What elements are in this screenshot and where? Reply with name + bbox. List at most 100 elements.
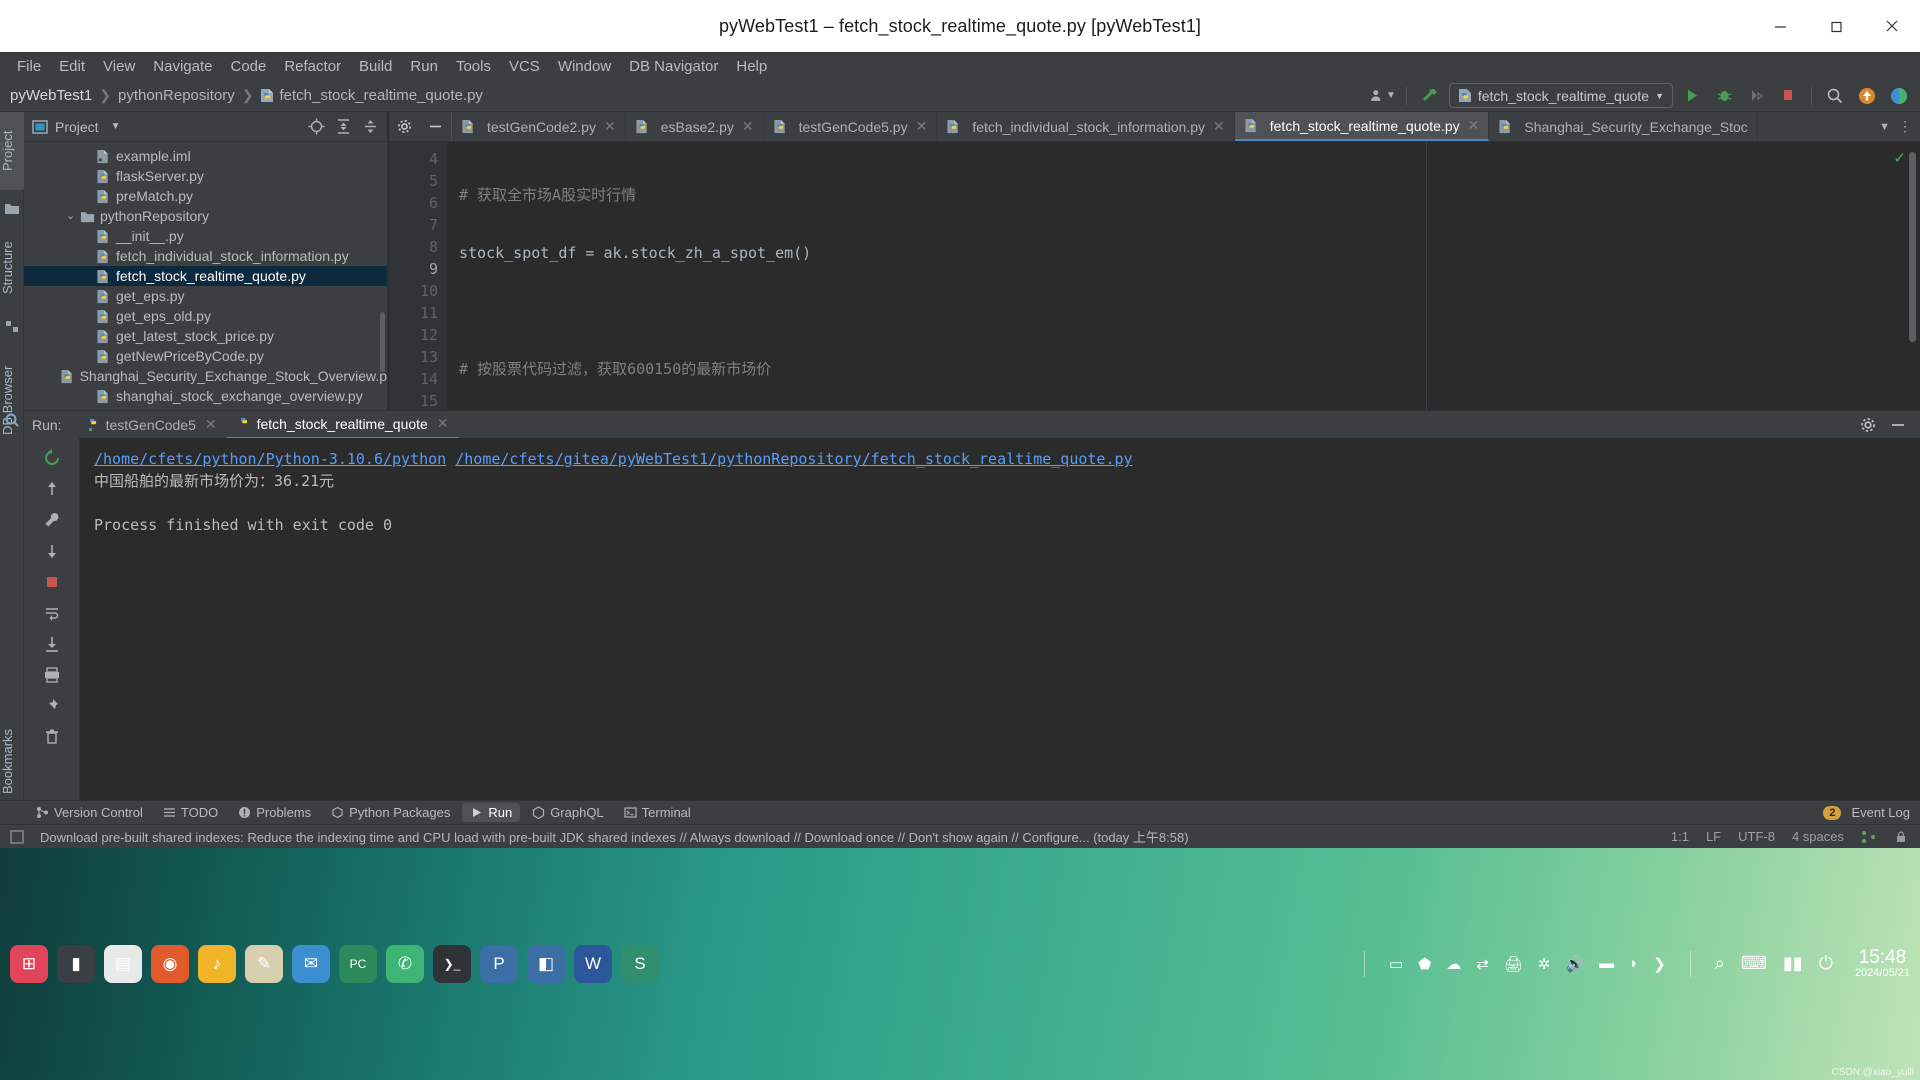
tree-item[interactable]: get_eps_old.py [24, 306, 387, 326]
hide-panel-icon[interactable] [428, 119, 443, 134]
stop-button[interactable] [1775, 84, 1801, 108]
minimize-panel-icon[interactable] [1890, 417, 1906, 433]
settings-wrench-button[interactable] [39, 508, 65, 532]
tree-item[interactable]: get_eps.py [24, 286, 387, 306]
settings-sync-button[interactable] [1886, 84, 1912, 108]
menu-navigate[interactable]: Navigate [144, 55, 221, 78]
locate-target-icon[interactable] [308, 118, 325, 135]
cloud-icon[interactable]: ☁ [1446, 955, 1461, 973]
close-icon[interactable]: ✕ [1468, 117, 1480, 134]
build-hammer-button[interactable] [1417, 84, 1443, 108]
code-lines[interactable]: # 获取全市场A股实时行情 stock_spot_df = ak.stock_z… [447, 142, 1920, 410]
coverage-button[interactable] [1743, 84, 1769, 108]
gear-icon[interactable] [397, 119, 412, 134]
branch-status-icon[interactable] [1861, 830, 1877, 844]
user-account-button[interactable]: ▼ [1370, 84, 1396, 108]
close-icon[interactable]: ✕ [1213, 118, 1225, 135]
battery-icon[interactable]: ▬ [1599, 955, 1614, 972]
close-icon[interactable]: ✕ [205, 416, 217, 433]
menu-edit[interactable]: Edit [50, 55, 94, 78]
clear-all-button[interactable] [39, 725, 65, 749]
rerun-button[interactable] [39, 446, 65, 470]
line-separator[interactable]: LF [1706, 829, 1721, 844]
gear-icon[interactable] [1860, 417, 1876, 433]
editor-tab[interactable]: testGenCode5.py ✕ [764, 112, 938, 141]
status-message[interactable]: Download pre-built shared indexes: Reduc… [40, 827, 1189, 846]
tree-scrollbar[interactable] [380, 312, 385, 372]
breadcrumb-file[interactable]: fetch_stock_realtime_quote.py [279, 87, 482, 104]
menu-run[interactable]: Run [401, 55, 447, 78]
search-icon[interactable]: ⌕ [1715, 953, 1725, 974]
menu-window[interactable]: Window [549, 55, 620, 78]
menu-file[interactable]: File [8, 55, 50, 78]
tool-window-run[interactable]: Run [462, 803, 521, 822]
python-icon[interactable]: P [480, 945, 518, 983]
close-icon[interactable]: ✕ [916, 118, 928, 135]
tool-window-problems[interactable]: Problems [230, 803, 319, 822]
power-icon[interactable]: ⏻ [1819, 953, 1833, 974]
mail-icon[interactable]: ✉ [292, 945, 330, 983]
sync-icon[interactable]: ⇄ [1476, 955, 1489, 973]
caret-position[interactable]: 1:1 [1671, 829, 1689, 844]
editor-scrollbar[interactable] [1909, 152, 1916, 342]
wechat-icon[interactable]: ✆ [386, 945, 424, 983]
console-icon[interactable]: ❯_ [433, 945, 471, 983]
tool-window-graphql[interactable]: GraphQL [524, 803, 611, 822]
run-tab-testgencode5[interactable]: testGenCode5 ✕ [76, 411, 227, 439]
code-area[interactable]: 4 5 6 7 8 9 10 11 12 13 14 15 # 获取全市场A股实… [389, 142, 1920, 410]
close-icon[interactable]: ✕ [604, 118, 616, 135]
interpreter-path-link[interactable]: /home/cfets/python/Python-3.10.6/python [94, 450, 446, 468]
soft-wrap-button[interactable] [39, 601, 65, 625]
close-icon[interactable]: ✕ [437, 415, 449, 432]
word-icon[interactable]: W [574, 945, 612, 983]
taskbar-clock[interactable]: 15:48 2024/05/21 [1855, 948, 1910, 979]
run-tab-fetch-stock-realtime-quote[interactable]: fetch_stock_realtime_quote ✕ [226, 411, 459, 439]
tab-overflow-icon[interactable]: ▼ [1879, 121, 1890, 133]
menu-db-navigator[interactable]: DB Navigator [620, 55, 727, 78]
scroll-up-button[interactable] [39, 477, 65, 501]
editor-tab[interactable]: Shanghai_Security_Exchange_Stoc [1489, 112, 1758, 141]
project-tree[interactable]: example.iml flaskServer.py preMatch.py ⌄ … [24, 142, 387, 410]
shield-icon[interactable]: ⬟ [1418, 955, 1431, 973]
music-icon[interactable]: ♪ [198, 945, 236, 983]
tree-item[interactable]: ⌄ pythonRepository [24, 206, 387, 226]
tool-window-version-control[interactable]: Version Control [28, 803, 151, 822]
tree-item[interactable]: Shanghai_Security_Exchange_Stock_Overvie… [24, 366, 387, 386]
tree-item[interactable]: fetch_individual_stock_information.py [24, 246, 387, 266]
notes-icon[interactable]: ✎ [245, 945, 283, 983]
close-button[interactable] [1864, 0, 1920, 52]
tree-item[interactable]: preMatch.py [24, 186, 387, 206]
wifi-icon[interactable]: ◗ [1629, 955, 1638, 972]
menu-refactor[interactable]: Refactor [275, 55, 350, 78]
printer-icon[interactable]: 🖨 [1504, 955, 1523, 973]
run-console[interactable]: /home/cfets/python/Python-3.10.6/python … [80, 438, 1920, 800]
tree-item[interactable]: example.iml [24, 146, 387, 166]
run-button[interactable] [1679, 84, 1705, 108]
inspection-status-icon[interactable]: ✓ [1893, 149, 1906, 167]
sidebar-item-project[interactable]: Project [0, 112, 24, 190]
search-everywhere-button[interactable] [1822, 84, 1848, 108]
lock-icon[interactable] [1894, 830, 1908, 844]
project-panel-caret[interactable]: ▼ [111, 121, 121, 132]
collapse-all-icon[interactable] [362, 118, 379, 135]
tree-item[interactable]: fetch_stock_realtime_quote.py [24, 266, 387, 286]
debug-button[interactable] [1711, 84, 1737, 108]
script-path-link[interactable]: /home/cfets/gitea/pyWebTest1/pythonRepos… [455, 450, 1132, 468]
files-icon[interactable]: ▤ [104, 945, 142, 983]
print-button[interactable] [39, 663, 65, 687]
run-configuration-selector[interactable]: fetch_stock_realtime_quote ▼ [1448, 83, 1673, 108]
menu-vcs[interactable]: VCS [500, 55, 549, 78]
menu-code[interactable]: Code [221, 55, 275, 78]
tool-window-todo[interactable]: TODO [155, 803, 226, 822]
close-icon[interactable]: ✕ [742, 118, 754, 135]
update-project-button[interactable] [1854, 84, 1880, 108]
terminal-icon[interactable]: ▮ [57, 945, 95, 983]
tree-item[interactable]: get_latest_stock_price.py [24, 326, 387, 346]
tree-item[interactable]: flaskServer.py [24, 166, 387, 186]
start-icon[interactable]: ⊞ [10, 945, 48, 983]
tree-item[interactable]: __init__.py [24, 226, 387, 246]
monitor-icon[interactable]: ▭ [1389, 955, 1403, 973]
volume-icon[interactable]: 🔊 [1565, 955, 1584, 973]
editor-tab[interactable]: testGenCode2.py ✕ [452, 112, 626, 141]
keyboard-icon[interactable]: ⌨ [1741, 953, 1767, 974]
